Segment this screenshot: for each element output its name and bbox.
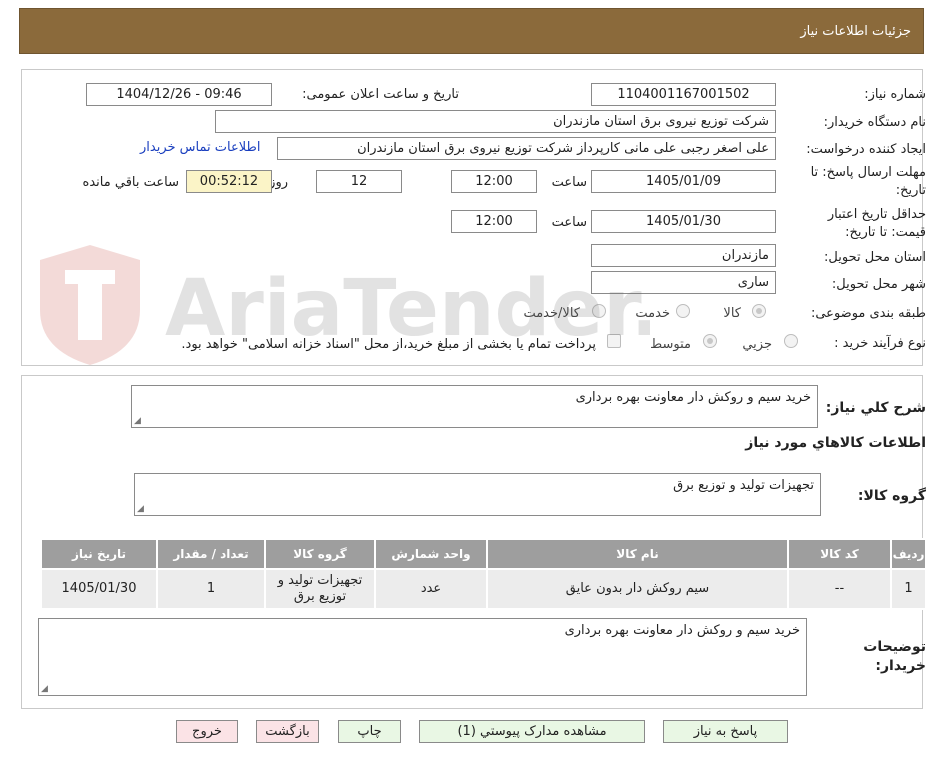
back-button[interactable]: بازگشت	[256, 720, 319, 743]
days-remaining-field: 12	[316, 170, 402, 193]
buyer-notes-label-2: خریدار:	[875, 658, 926, 674]
cell-name: سیم روکش دار بدون عایق	[486, 568, 789, 610]
requester-field: علی اصغر رجبی علی مانی کارپرداز شرکت توز…	[277, 137, 776, 160]
view-attachments-button[interactable]: مشاهده مدارک پیوستي (1)	[419, 720, 645, 743]
cell-unit: عدد	[374, 568, 488, 610]
province-field: مازندران	[591, 244, 776, 267]
col-group-header: گروه کالا	[264, 538, 376, 570]
time-remaining-field: 00:52:12	[186, 170, 272, 193]
deadline-label: مهلت ارسال پاسخ: تا	[810, 165, 926, 180]
buyer-notes-text: خرید سیم و روکش دار معاونت بهره برداری	[564, 623, 800, 638]
treasury-payment-checkbox[interactable]	[607, 334, 621, 348]
col-qty-header: تعداد / مقدار	[156, 538, 266, 570]
validity-time-field: 12:00	[451, 210, 537, 233]
announce-label: تاریخ و ساعت اعلان عمومی:	[302, 87, 459, 102]
buyer-org-field: شرکت توزیع نیروی برق استان مازندران	[215, 110, 776, 133]
time-remaining-label: ساعت باقي مانده	[82, 175, 179, 190]
goods-group-textarea[interactable]: تجهیزات تولید و توزیع برق ◢	[134, 473, 821, 516]
table-row: 1 -- سیم روکش دار بدون عایق عدد تجهیزات …	[40, 568, 927, 610]
announce-datetime-field: 1404/12/26 - 09:46	[86, 83, 272, 106]
summary-label: شرح کلي نياز:	[825, 400, 926, 416]
goods-table: رديف کد کالا نام کالا واحد شمارش گروه کا…	[40, 538, 927, 610]
need-number-label: شماره نیاز:	[864, 87, 926, 102]
col-code-header: کد کالا	[787, 538, 892, 570]
resize-grip-icon: ◢	[137, 504, 144, 514]
deadline-time-label: ساعت	[551, 175, 587, 190]
page-header: جزئیات اطلاعات نیاز	[19, 8, 924, 54]
goods-group-label: گروه کالا:	[857, 488, 926, 504]
buyer-contact-link[interactable]: اطلاعات تماس خریدار	[140, 140, 260, 155]
process-minor-radio[interactable]	[784, 334, 798, 348]
reply-button[interactable]: پاسخ به نیاز	[663, 720, 788, 743]
process-minor-label: جزیي	[742, 337, 772, 352]
validity-label: حداقل تاریخ اعتبار	[827, 207, 926, 222]
cell-row: 1	[890, 568, 927, 610]
cell-group: تجهیزات تولید و توزیع برق	[264, 568, 376, 610]
category-service-label: خدمت	[635, 306, 670, 321]
col-row-header: رديف	[890, 538, 927, 570]
province-label: استان محل تحویل:	[824, 250, 926, 265]
category-goods-service-label: کالا/خدمت	[523, 306, 580, 321]
goods-info-title: اطلاعات کالاهاي مورد نياز	[745, 435, 926, 451]
deadline-label-2: تاریخ:	[895, 183, 926, 198]
goods-group-text: تجهیزات تولید و توزیع برق	[673, 478, 814, 493]
summary-textarea[interactable]: خرید سیم و روکش دار معاونت بهره برداری ◢	[131, 385, 818, 428]
col-unit-header: واحد شمارش	[374, 538, 488, 570]
deadline-date-field: 1405/01/09	[591, 170, 776, 193]
category-goods-service-radio[interactable]	[592, 304, 606, 318]
print-button[interactable]: چاپ	[338, 720, 401, 743]
summary-text: خرید سیم و روکش دار معاونت بهره برداری	[575, 390, 811, 405]
col-name-header: نام کالا	[486, 538, 789, 570]
validity-time-label: ساعت	[551, 215, 587, 230]
deadline-time-field: 12:00	[451, 170, 537, 193]
page-title: جزئیات اطلاعات نیاز	[800, 24, 911, 39]
exit-button[interactable]: خروج	[176, 720, 238, 743]
city-field: ساری	[591, 271, 776, 294]
cell-qty: 1	[156, 568, 266, 610]
requester-label: ایجاد کننده درخواست:	[806, 142, 926, 157]
category-goods-label: کالا	[723, 306, 741, 321]
need-number-field: 1104001167001502	[591, 83, 776, 106]
validity-date-field: 1405/01/30	[591, 210, 776, 233]
process-medium-label: متوسط	[650, 337, 691, 352]
process-medium-radio[interactable]	[703, 334, 717, 348]
buyer-notes-label: توضیحات	[863, 639, 926, 655]
city-label: شهر محل تحویل:	[831, 277, 926, 292]
col-date-header: تاریخ نیاز	[40, 538, 158, 570]
validity-label-2: قیمت: تا تاریخ:	[845, 225, 926, 240]
cell-code: --	[787, 568, 892, 610]
cell-date: 1405/01/30	[40, 568, 158, 610]
resize-grip-icon: ◢	[134, 416, 141, 426]
resize-grip-icon: ◢	[41, 684, 48, 694]
process-label: نوع فرآیند خرید :	[834, 336, 926, 351]
treasury-payment-note: پرداخت تمام یا بخشی از مبلغ خرید،از محل …	[181, 337, 596, 352]
table-header-row: رديف کد کالا نام کالا واحد شمارش گروه کا…	[40, 538, 927, 570]
category-label: طبقه بندی موضوعی:	[810, 306, 926, 321]
buyer-org-label: نام دستگاه خریدار:	[823, 115, 926, 130]
category-service-radio[interactable]	[676, 304, 690, 318]
category-goods-radio[interactable]	[752, 304, 766, 318]
buyer-notes-textarea[interactable]: خرید سیم و روکش دار معاونت بهره برداری ◢	[38, 618, 807, 696]
